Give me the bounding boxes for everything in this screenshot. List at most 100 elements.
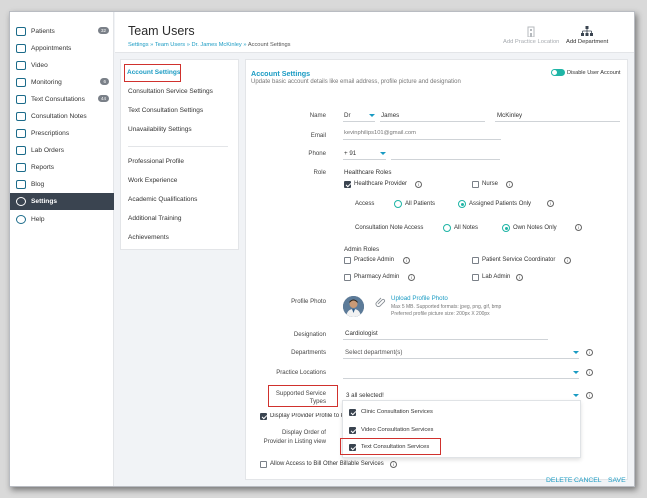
prefix-select[interactable]: Dr [344, 112, 351, 119]
menu-academic-qualifications[interactable]: Academic Qualifications [128, 196, 197, 203]
last-name-field[interactable]: McKinley [497, 112, 522, 119]
all-patients-label: All Patients [405, 201, 436, 207]
sidebar-item-label: Help [31, 215, 45, 223]
video-services-option[interactable]: Video Consultation Services [361, 427, 433, 433]
menu-unavailability-settings[interactable]: Unavailability Settings [128, 126, 192, 133]
help-icon [16, 214, 26, 224]
breadcrumb-team-users[interactable]: Team Users [155, 42, 185, 48]
cancel-button[interactable]: CANCEL [574, 477, 602, 484]
info-icon[interactable]: i [506, 181, 513, 188]
all-notes-radio[interactable] [443, 224, 451, 232]
pharmacy-admin-label: Pharmacy Admin [354, 274, 400, 280]
add-department-label: Add Department [566, 39, 609, 45]
own-notes-label: Own Notes Only [513, 225, 557, 231]
text-services-option[interactable]: Text Consultation Services [361, 444, 429, 450]
sidebar-item-monitoring[interactable]: Monitoring 6 [10, 74, 114, 90]
info-icon[interactable]: i [415, 181, 422, 188]
info-icon[interactable]: i [390, 461, 397, 468]
departments-label: Departments [291, 349, 326, 356]
practice-admin-checkbox[interactable] [344, 257, 351, 264]
disable-account-toggle[interactable] [551, 69, 565, 76]
lab-admin-checkbox[interactable] [472, 274, 479, 281]
sidebar-item-blog[interactable]: Blog [10, 176, 114, 192]
chevron-down-icon [369, 114, 375, 117]
info-icon[interactable]: i [403, 257, 410, 264]
sidebar-item-text-consultations[interactable]: Text Consultations 44 [10, 91, 114, 107]
phone-number-field[interactable] [391, 159, 500, 160]
sidebar-item-prescriptions[interactable]: Prescriptions [10, 125, 114, 141]
nurse-checkbox[interactable] [472, 181, 479, 188]
save-button[interactable]: SAVE [608, 477, 626, 484]
sidebar-item-video[interactable]: Video [10, 57, 114, 73]
sidebar-item-reports[interactable]: Reports [10, 159, 114, 175]
calendar-icon [16, 43, 26, 53]
chevron-down-icon [573, 371, 579, 374]
display-order-label-line1: Display Order of [281, 429, 326, 436]
sidebar-item-settings[interactable]: Settings [10, 193, 114, 210]
info-icon[interactable]: i [586, 369, 593, 376]
info-icon[interactable]: i [575, 224, 582, 231]
chevron-down-icon [573, 351, 579, 354]
add-practice-location-button[interactable]: Add Practice Location [503, 26, 559, 45]
sidebar-item-patients[interactable]: Patients 32 [10, 23, 114, 39]
info-icon[interactable]: i [586, 349, 593, 356]
info-icon[interactable]: i [586, 392, 593, 399]
designation-label: Designation [293, 331, 326, 338]
upload-photo-link[interactable]: Upload Profile Photo [391, 295, 448, 302]
admin-roles-heading: Admin Roles [344, 246, 380, 253]
all-patients-radio[interactable] [394, 200, 402, 208]
sidebar-item-label: Blog [31, 180, 45, 188]
phone-code-select[interactable]: + 91 [344, 150, 356, 157]
menu-work-experience[interactable]: Work Experience [128, 177, 177, 184]
healthcare-provider-checkbox[interactable] [344, 181, 351, 188]
info-icon[interactable]: i [408, 274, 415, 281]
breadcrumb-settings[interactable]: Settings [128, 42, 149, 48]
add-department-button[interactable]: Add Department [566, 26, 608, 45]
clinic-services-checkbox[interactable] [349, 409, 356, 416]
text-services-checkbox[interactable] [349, 444, 356, 451]
all-notes-label: All Notes [454, 225, 479, 231]
patient-service-coordinator-checkbox[interactable] [472, 257, 479, 264]
field-underline [343, 139, 501, 140]
info-icon[interactable]: i [547, 200, 554, 207]
sidebar-item-help[interactable]: Help [10, 211, 114, 227]
info-icon[interactable]: i [516, 274, 523, 281]
sidebar-item-label: Monitoring [31, 78, 62, 86]
add-practice-location-label: Add Practice Location [503, 39, 560, 45]
menu-professional-profile[interactable]: Professional Profile [128, 158, 184, 165]
delete-button[interactable]: DELETE [546, 477, 572, 484]
sidebar-item-label: Lab Orders [31, 146, 64, 154]
menu-consultation-service-settings[interactable]: Consultation Service Settings [128, 88, 213, 95]
healthcare-provider-label: Healthcare Provider [354, 181, 408, 187]
sidebar-item-lab-orders[interactable]: Lab Orders [10, 142, 114, 158]
sidebar-item-appointments[interactable]: Appointments [10, 40, 114, 56]
first-name-field[interactable]: James [381, 112, 399, 119]
menu-text-consultation-settings[interactable]: Text Consultation Settings [128, 107, 203, 114]
divider [128, 146, 228, 147]
lab-icon [16, 145, 26, 155]
own-notes-radio[interactable] [502, 224, 510, 232]
departments-select[interactable]: Select department(s) [345, 349, 402, 356]
practice-locations-select[interactable] [343, 378, 579, 379]
video-services-checkbox[interactable] [349, 427, 356, 434]
designation-field[interactable]: Cardiologist [345, 330, 378, 337]
display-profile-checkbox[interactable] [260, 413, 267, 420]
sidebar-item-consultation-notes[interactable]: Consultation Notes [10, 108, 114, 124]
service-types-select[interactable]: 3 all selected! [346, 392, 384, 399]
service-types-label-line2: Types [309, 398, 326, 405]
menu-additional-training[interactable]: Additional Training [128, 215, 181, 222]
info-icon[interactable]: i [564, 257, 571, 264]
menu-achievements[interactable]: Achievements [128, 234, 169, 241]
allow-billing-checkbox[interactable] [260, 461, 267, 468]
pharmacy-admin-checkbox[interactable] [344, 274, 351, 281]
app-window: Patients 32 Appointments Video Monitoring… [9, 11, 635, 487]
sidebar-item-label: Video [31, 61, 48, 69]
sidebar-item-label: Reports [31, 163, 55, 171]
breadcrumb-user[interactable]: Dr. James McKinley [192, 42, 242, 48]
assigned-patients-radio[interactable] [458, 200, 466, 208]
clinic-services-option[interactable]: Clinic Consultation Services [361, 409, 433, 415]
chat-icon [16, 94, 26, 104]
menu-account-settings[interactable]: Account Settings [127, 69, 180, 76]
email-field[interactable]: kevinphilips101@gmail.com [344, 130, 416, 136]
photo-hint-size: Preferred profile picture size: 200px X … [391, 311, 490, 317]
